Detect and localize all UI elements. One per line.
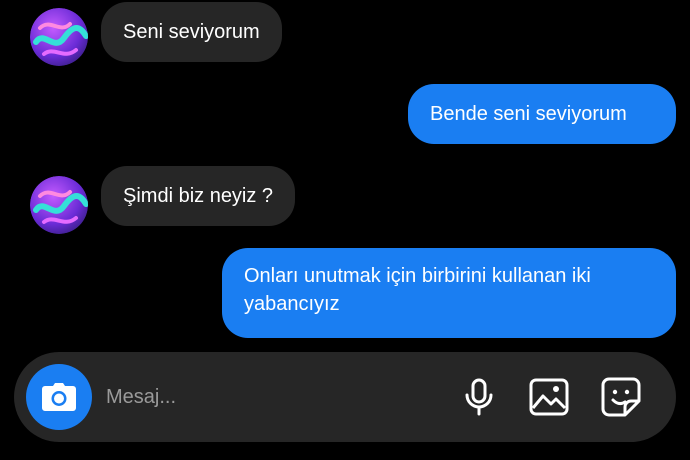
camera-button[interactable] xyxy=(26,364,92,430)
microphone-icon xyxy=(465,378,493,416)
incoming-message[interactable]: Şimdi biz neyiz ? xyxy=(101,166,296,226)
contact-avatar[interactable] xyxy=(30,8,88,66)
camera-icon xyxy=(42,383,76,411)
message-text: Bende seni seviyorum xyxy=(430,103,627,125)
sticker-button[interactable] xyxy=(600,376,642,418)
image-icon xyxy=(529,378,569,416)
message-text: Onları unutmak için birbirini kullanan i… xyxy=(244,265,591,315)
contact-avatar[interactable] xyxy=(30,176,88,234)
message-composer xyxy=(14,352,676,442)
outgoing-message[interactable]: Onları unutmak için birbirini kullanan i… xyxy=(222,248,676,338)
message-text: Seni seviyorum xyxy=(123,21,260,43)
message-thread: Seni seviyorum Bende seni seviyorum Şimd… xyxy=(0,0,690,350)
incoming-message[interactable]: Seni seviyorum xyxy=(101,2,282,62)
microphone-button[interactable] xyxy=(458,376,500,418)
message-text: Şimdi biz neyiz ? xyxy=(123,185,274,207)
outgoing-message[interactable]: Bende seni seviyorum xyxy=(408,84,676,144)
gallery-button[interactable] xyxy=(528,376,570,418)
sticker-icon xyxy=(601,377,641,417)
message-input[interactable] xyxy=(106,380,436,414)
